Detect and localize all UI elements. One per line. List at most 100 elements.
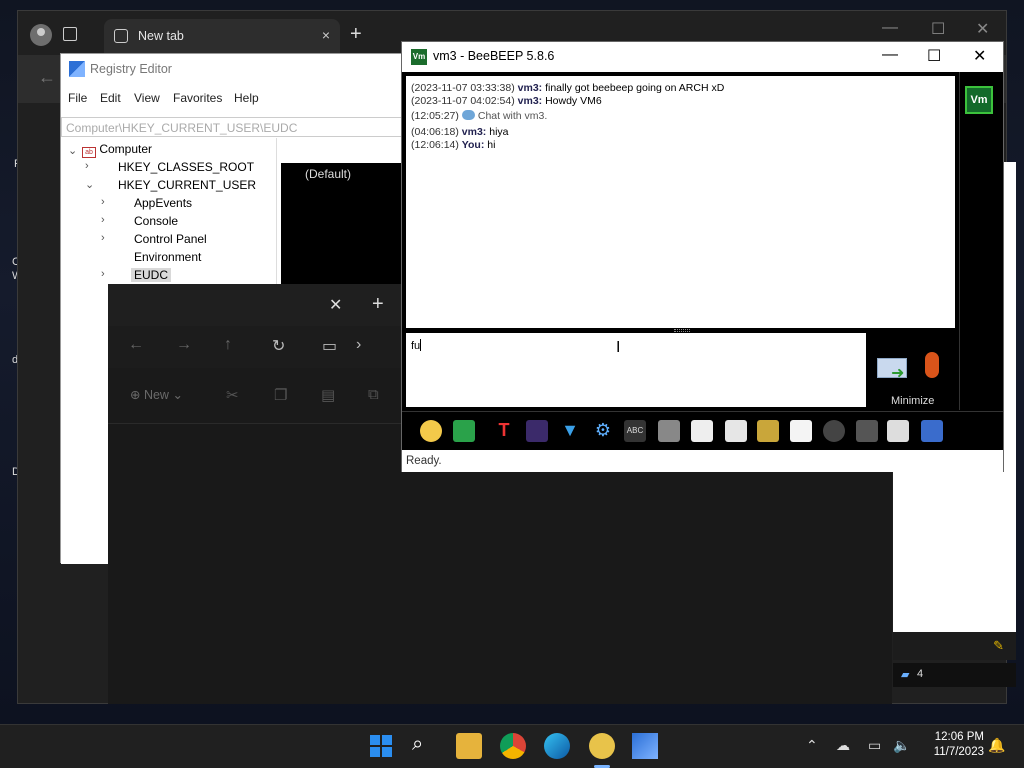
filter-icon[interactable]: ▼: [559, 420, 581, 442]
start-button-icon[interactable]: [368, 733, 394, 759]
collapse-arrow-icon[interactable]: ›: [101, 196, 105, 208]
computer-icon: ab: [82, 147, 96, 158]
tree-node-hkcr[interactable]: HKEY_CLASSES_ROOT: [118, 160, 254, 174]
breadcrumb-chevron-icon[interactable]: ›: [356, 336, 361, 354]
message-input-value: fu: [411, 340, 421, 352]
volume-muted-icon[interactable]: 🔈: [893, 737, 910, 754]
message-text: hi: [487, 139, 496, 151]
text-font-icon[interactable]: T: [493, 420, 515, 442]
profile-avatar-icon[interactable]: [30, 24, 52, 46]
browser-close-button[interactable]: ✕: [976, 19, 989, 39]
tree-node-control-panel[interactable]: Control Panel: [134, 232, 207, 246]
chat-toolbar: T ▼ ⚙ ABC: [402, 411, 1003, 449]
tree-node-eudc[interactable]: EUDC: [131, 268, 172, 282]
tree-node-console[interactable]: Console: [134, 214, 178, 228]
menu-file[interactable]: File: [68, 91, 87, 105]
forward-arrow-icon[interactable]: →: [176, 336, 192, 354]
mail-icon[interactable]: [453, 420, 475, 442]
menu-help[interactable]: Help: [234, 91, 259, 105]
regedit-menubar: File Edit View Favorites Help: [61, 87, 404, 109]
tab-actions-icon[interactable]: [63, 27, 77, 41]
network-icon[interactable]: ▭: [868, 737, 881, 754]
tree-node-computer[interactable]: ab Computer: [82, 142, 152, 158]
up-arrow-icon[interactable]: ↑: [224, 336, 232, 354]
send-file-icon[interactable]: [725, 420, 747, 442]
send-folder-icon[interactable]: [757, 420, 779, 442]
microphone-icon[interactable]: [925, 352, 939, 378]
camera-icon[interactable]: [823, 420, 845, 442]
menu-edit[interactable]: Edit: [100, 91, 121, 105]
value-default[interactable]: (Default): [305, 167, 351, 181]
show-hidden-icons-icon[interactable]: ⌃: [806, 737, 818, 754]
ibeam-cursor-icon: I: [616, 339, 621, 356]
back-arrow-icon[interactable]: ←: [128, 336, 144, 354]
font-size-icon[interactable]: [658, 420, 680, 442]
message-input[interactable]: fu I: [406, 333, 866, 407]
screenshot-icon[interactable]: [856, 420, 878, 442]
save-chat-icon[interactable]: [921, 420, 943, 442]
code-icon[interactable]: [790, 420, 812, 442]
settings-gear-icon[interactable]: ⚙: [592, 420, 614, 442]
menu-favorites[interactable]: Favorites: [173, 91, 222, 105]
spellcheck-icon[interactable]: ABC: [624, 420, 646, 442]
broom-icon[interactable]: ✎: [993, 638, 1004, 654]
tree-node-hkcu[interactable]: HKEY_CURRENT_USER: [118, 178, 256, 192]
collapse-arrow-icon[interactable]: ›: [101, 232, 105, 244]
this-pc-icon[interactable]: ▭: [322, 336, 337, 356]
file-explorer-icon[interactable]: [456, 733, 482, 759]
onedrive-icon[interactable]: ☁: [836, 737, 850, 754]
tab-new-tab[interactable]: New tab ×: [104, 19, 340, 55]
beebeep-close-button[interactable]: ✕: [973, 46, 986, 66]
notification-bell-icon[interactable]: 🔔: [988, 737, 1005, 754]
beebeep-taskbar-icon[interactable]: [589, 733, 615, 759]
collapse-arrow-icon[interactable]: ›: [101, 268, 105, 280]
expand-arrow-icon[interactable]: ⌄: [85, 178, 94, 191]
tree-node-appevents[interactable]: AppEvents: [134, 196, 192, 210]
beebeep-app-icon: Vm: [411, 49, 427, 65]
user-avatar-vm[interactable]: Vm: [965, 86, 993, 114]
expand-arrow-icon[interactable]: ⌄: [68, 144, 77, 157]
copy-icon[interactable]: ❐: [274, 386, 287, 404]
regedit-values-pane: (Default): [281, 138, 404, 284]
system-clock[interactable]: 12:06 PM 11/7/2023: [934, 730, 984, 760]
beebeep-title: vm3 - BeeBEEP 5.8.6: [433, 49, 555, 63]
collapse-arrow-icon[interactable]: ›: [101, 214, 105, 226]
new-tab-button[interactable]: +: [350, 23, 362, 46]
splitter-handle[interactable]: [674, 329, 690, 332]
send-arrow-icon: ➜: [891, 365, 905, 382]
rename-icon[interactable]: ⧉: [368, 386, 379, 403]
chat-message: (12:06:14) You: hi: [411, 139, 495, 151]
minimize-button[interactable]: Minimize: [891, 395, 934, 407]
refresh-icon[interactable]: ↻: [272, 336, 285, 356]
browser-minimize-button[interactable]: —: [882, 19, 898, 37]
collapse-arrow-icon[interactable]: ›: [85, 160, 89, 172]
explorer-new-tab-button[interactable]: +: [372, 293, 384, 316]
edge-icon[interactable]: [544, 733, 570, 759]
emoticon-icon[interactable]: [420, 420, 442, 442]
new-label: New: [143, 388, 169, 402]
beebeep-maximize-button[interactable]: ☐: [927, 46, 941, 66]
paste-icon[interactable]: ▤: [321, 386, 335, 404]
tree-node-environment[interactable]: Environment: [134, 250, 201, 264]
chat-message: (2023-11-07 04:02:54) vm3: Howdy VM6: [411, 95, 602, 107]
regedit-taskbar-icon[interactable]: [632, 733, 658, 759]
tab-close-button[interactable]: ×: [322, 27, 330, 43]
beebeep-minimize-button[interactable]: —: [882, 46, 898, 64]
message-sender: vm3:: [461, 126, 487, 138]
notes-icon[interactable]: [887, 420, 909, 442]
browser-back-button[interactable]: ←: [38, 67, 56, 88]
regedit-address-bar[interactable]: Computer\HKEY_CURRENT_USER\EUDC: [61, 117, 404, 137]
file-icon[interactable]: [691, 420, 713, 442]
message-text: Howdy VM6: [545, 95, 602, 107]
cut-icon[interactable]: ✂: [226, 386, 239, 404]
search-icon[interactable]: ⌕: [412, 733, 438, 759]
users-icon: ▰: [901, 669, 910, 681]
tree-node-label: Computer: [99, 142, 153, 156]
chrome-icon[interactable]: [500, 733, 526, 759]
new-item-button[interactable]: ⊕ New ⌄: [130, 387, 183, 402]
color-icon[interactable]: [526, 420, 548, 442]
browser-maximize-button[interactable]: ☐: [931, 19, 945, 39]
menu-view[interactable]: View: [134, 91, 160, 105]
background-panel-status: ▰ 4: [893, 663, 1016, 687]
explorer-tab-close-button[interactable]: ✕: [329, 295, 342, 315]
